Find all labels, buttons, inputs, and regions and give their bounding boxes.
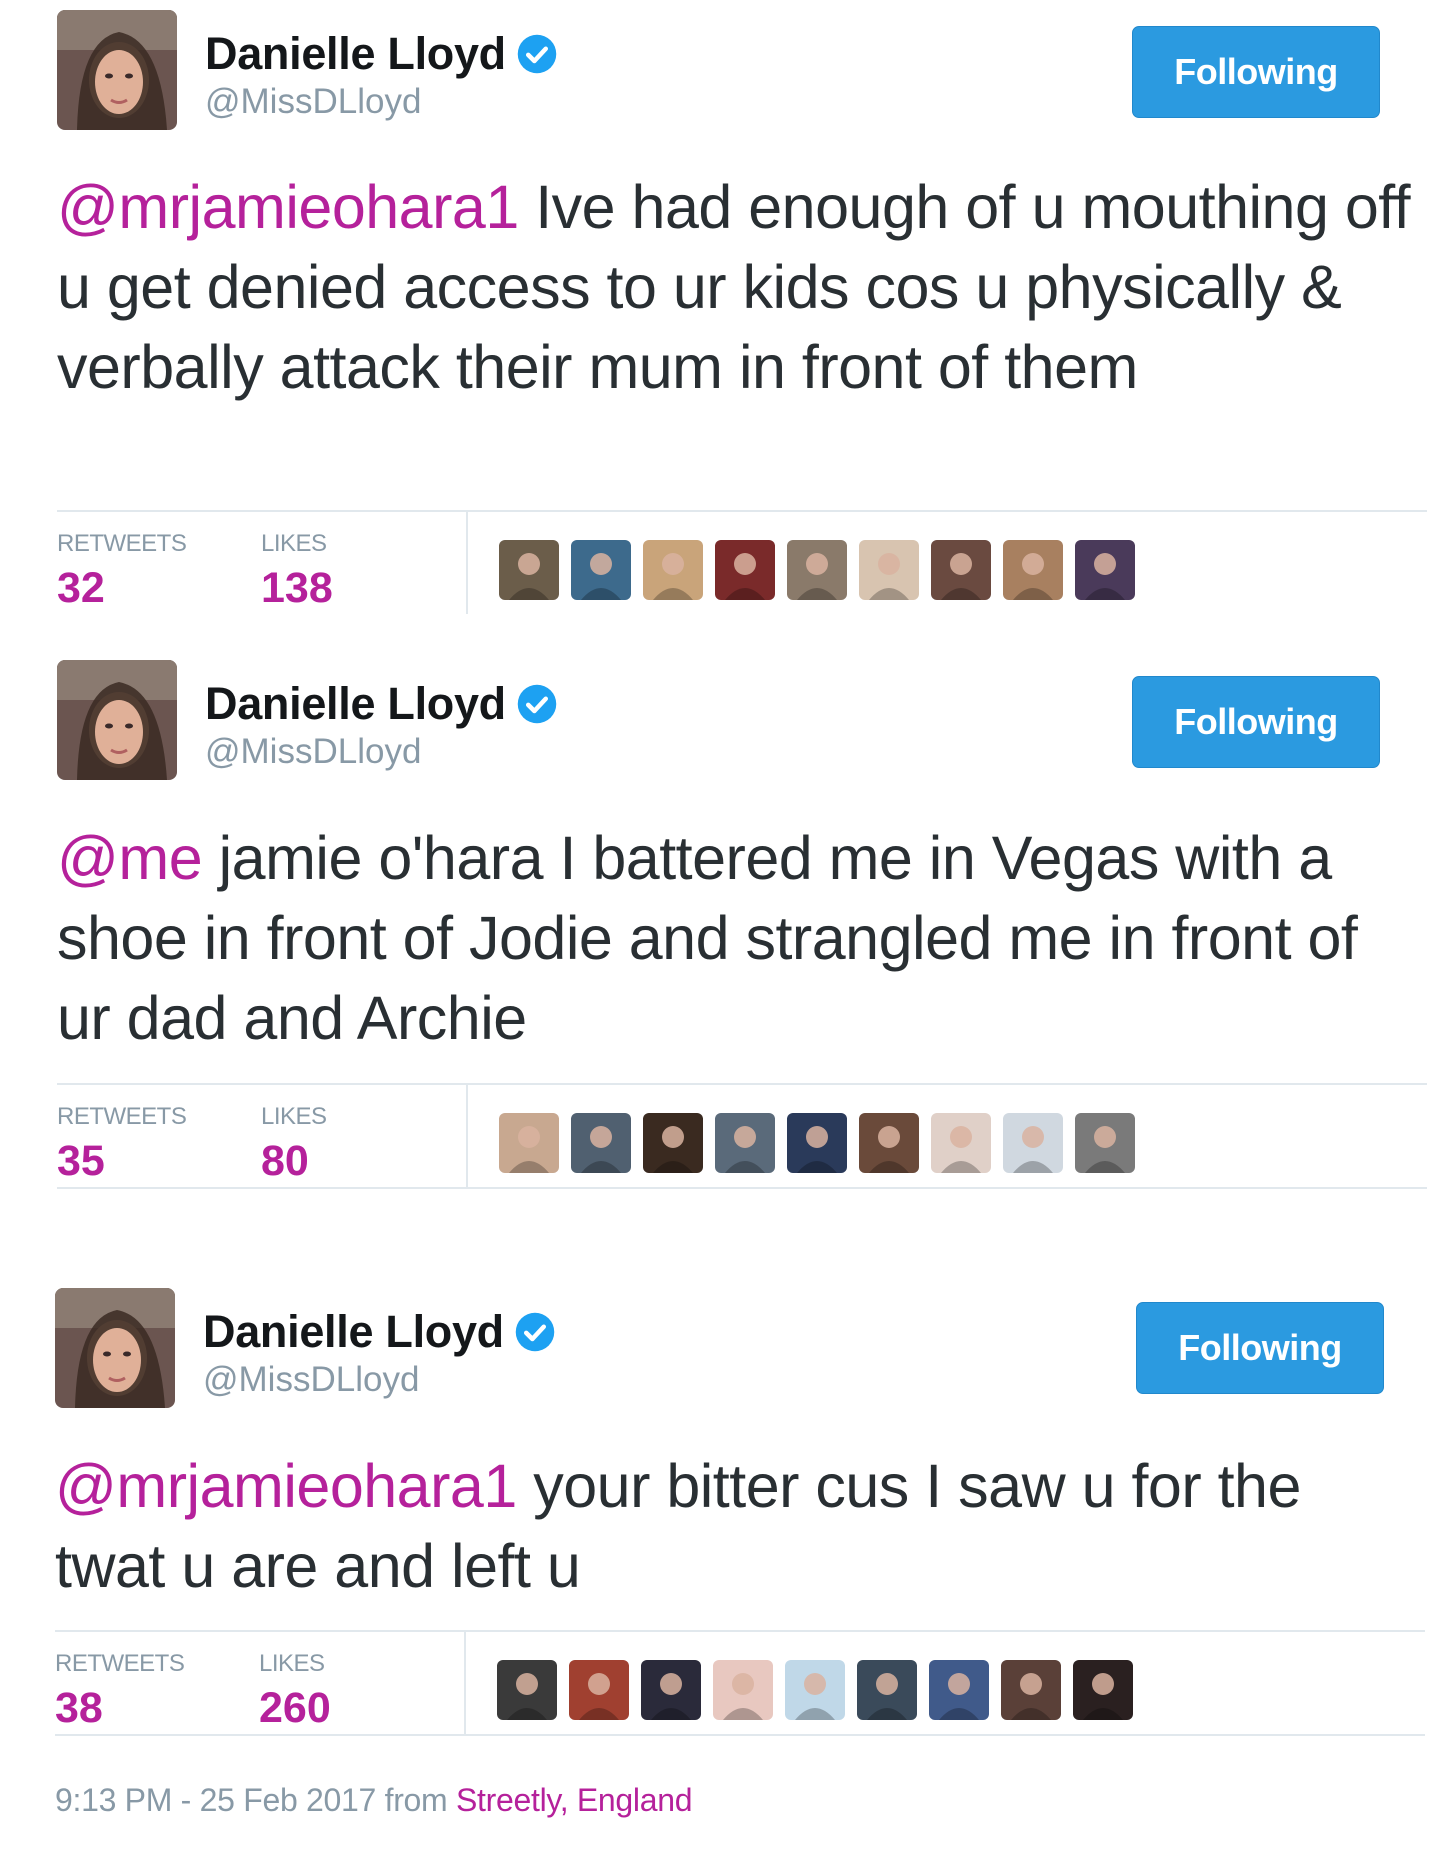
tweet-location[interactable]: Streetly, England [456, 1782, 693, 1818]
liker-avatar[interactable] [929, 1660, 989, 1720]
likes-label: LIKES [261, 530, 327, 557]
liker-avatar[interactable] [787, 540, 847, 600]
likes-stat[interactable]: LIKES 80 [261, 1103, 327, 1186]
liker-avatar[interactable] [571, 540, 631, 600]
tweet-text: @me jamie o'hara I battered me in Vegas … [57, 818, 1427, 1058]
tweet-timestamp[interactable]: 9:13 PM - 25 Feb 2017 from [55, 1782, 456, 1818]
liker-avatar[interactable] [787, 1113, 847, 1173]
likes-stat[interactable]: LIKES 260 [259, 1650, 331, 1733]
liker-avatar[interactable] [713, 1660, 773, 1720]
liker-avatar[interactable] [715, 540, 775, 600]
liker-avatar[interactable] [1075, 540, 1135, 600]
liker-avatar[interactable] [641, 1660, 701, 1720]
mention-link[interactable]: @mrjamieohara1 [57, 173, 519, 241]
retweets-stat[interactable]: RETWEETS 35 [57, 1103, 187, 1186]
mention-link[interactable]: @me [57, 824, 203, 892]
following-button[interactable]: Following [1132, 26, 1380, 118]
handle[interactable]: @MissDLloyd [205, 82, 421, 122]
stats-divider [466, 1085, 468, 1187]
retweets-label: RETWEETS [55, 1650, 185, 1677]
handle[interactable]: @MissDLloyd [203, 1360, 419, 1400]
liker-avatar[interactable] [569, 1660, 629, 1720]
retweets-label: RETWEETS [57, 530, 187, 557]
likes-label: LIKES [259, 1650, 325, 1677]
stats-divider [464, 1632, 466, 1734]
retweets-count: 32 [57, 564, 105, 612]
avatar[interactable] [57, 10, 177, 130]
avatar[interactable] [57, 660, 177, 780]
stats-bar: RETWEETS 35 LIKES 80 [57, 1083, 1427, 1189]
likes-label: LIKES [261, 1103, 327, 1130]
liker-avatars [499, 540, 1147, 600]
following-button[interactable]: Following [1136, 1302, 1384, 1394]
tweet-text: @mrjamieohara1 your bitter cus I saw u f… [55, 1446, 1425, 1606]
tweet-text: @mrjamieohara1 Ive had enough of u mouth… [57, 167, 1427, 407]
likes-count: 80 [261, 1137, 309, 1185]
retweets-stat[interactable]: RETWEETS 32 [57, 530, 187, 613]
retweets-stat[interactable]: RETWEETS 38 [55, 1650, 185, 1733]
display-name[interactable]: Danielle Lloyd [203, 1306, 504, 1358]
liker-avatar[interactable] [1075, 1113, 1135, 1173]
verified-icon [517, 34, 557, 74]
liker-avatar[interactable] [1003, 1113, 1063, 1173]
stats-divider [466, 512, 468, 614]
likes-count: 138 [261, 564, 333, 612]
tweet-footer: 9:13 PM - 25 Feb 2017 from Streetly, Eng… [55, 1782, 693, 1819]
liker-avatar[interactable] [499, 540, 559, 600]
liker-avatar[interactable] [859, 1113, 919, 1173]
retweets-count: 35 [57, 1137, 105, 1185]
liker-avatar[interactable] [643, 540, 703, 600]
stats-bar: RETWEETS 32 LIKES 138 [57, 510, 1427, 614]
liker-avatar[interactable] [497, 1660, 557, 1720]
liker-avatar[interactable] [785, 1660, 845, 1720]
avatar[interactable] [55, 1288, 175, 1408]
liker-avatars [499, 1113, 1147, 1173]
display-name[interactable]: Danielle Lloyd [205, 678, 506, 730]
liker-avatar[interactable] [859, 540, 919, 600]
display-name[interactable]: Danielle Lloyd [205, 28, 506, 80]
verified-icon [515, 1312, 555, 1352]
liker-avatar[interactable] [643, 1113, 703, 1173]
liker-avatar[interactable] [715, 1113, 775, 1173]
liker-avatar[interactable] [571, 1113, 631, 1173]
liker-avatar[interactable] [931, 540, 991, 600]
liker-avatar[interactable] [499, 1113, 559, 1173]
following-button[interactable]: Following [1132, 676, 1380, 768]
tweet-body: jamie o'hara I battered me in Vegas with… [57, 824, 1358, 1052]
retweets-label: RETWEETS [57, 1103, 187, 1130]
liker-avatars [497, 1660, 1145, 1720]
liker-avatar[interactable] [931, 1113, 991, 1173]
likes-count: 260 [259, 1684, 331, 1732]
liker-avatar[interactable] [1073, 1660, 1133, 1720]
liker-avatar[interactable] [1003, 540, 1063, 600]
liker-avatar[interactable] [1001, 1660, 1061, 1720]
verified-icon [517, 684, 557, 724]
stats-bar: RETWEETS 38 LIKES 260 [55, 1630, 1425, 1736]
handle[interactable]: @MissDLloyd [205, 732, 421, 772]
retweets-count: 38 [55, 1684, 103, 1732]
mention-link[interactable]: @mrjamieohara1 [55, 1452, 517, 1520]
likes-stat[interactable]: LIKES 138 [261, 530, 333, 613]
liker-avatar[interactable] [857, 1660, 917, 1720]
